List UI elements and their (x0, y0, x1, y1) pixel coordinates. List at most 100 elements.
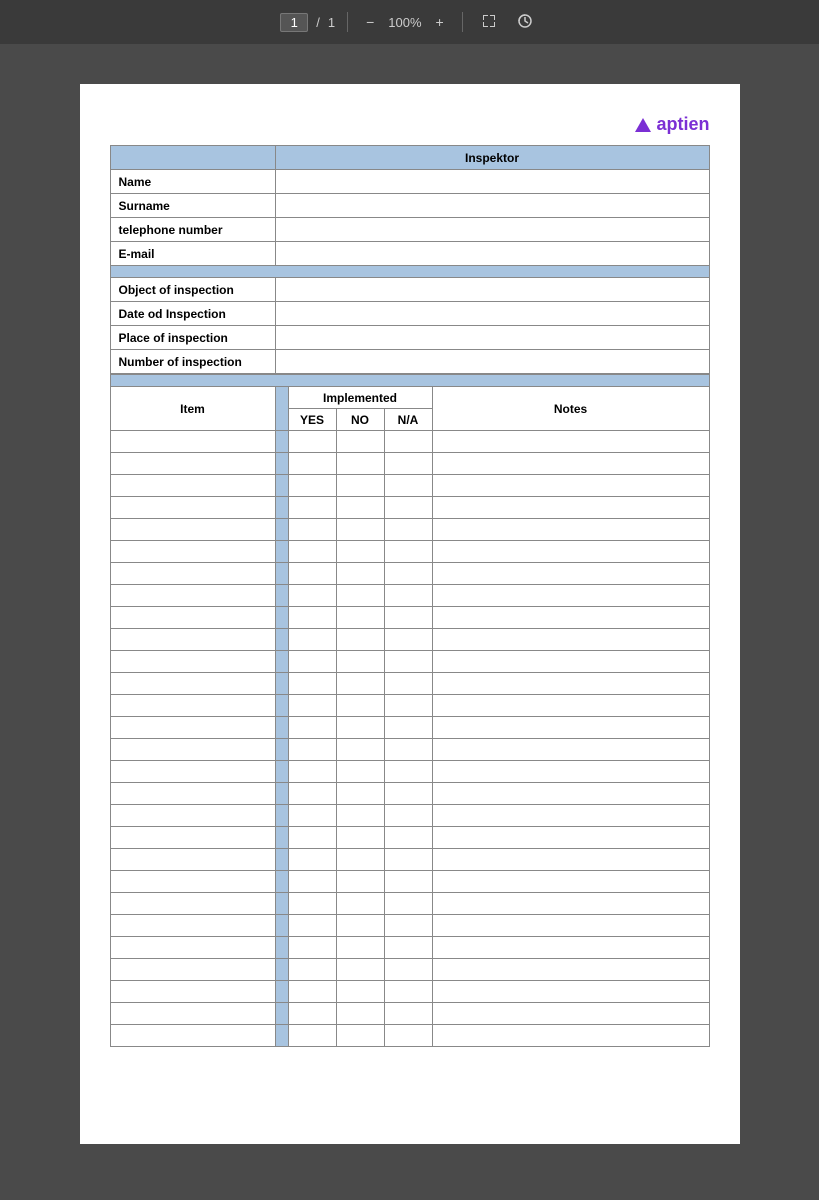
no-cell[interactable] (336, 739, 384, 761)
page-current-input[interactable]: 1 (280, 13, 308, 32)
item-cell[interactable] (110, 651, 275, 673)
yes-cell[interactable] (288, 475, 336, 497)
na-cell[interactable] (384, 783, 432, 805)
no-cell[interactable] (336, 805, 384, 827)
item-cell[interactable] (110, 871, 275, 893)
yes-cell[interactable] (288, 651, 336, 673)
na-cell[interactable] (384, 497, 432, 519)
notes-cell[interactable] (432, 805, 709, 827)
item-cell[interactable] (110, 673, 275, 695)
yes-cell[interactable] (288, 563, 336, 585)
no-cell[interactable] (336, 695, 384, 717)
name-value[interactable] (275, 170, 709, 194)
item-cell[interactable] (110, 805, 275, 827)
no-cell[interactable] (336, 915, 384, 937)
item-cell[interactable] (110, 695, 275, 717)
na-cell[interactable] (384, 519, 432, 541)
na-cell[interactable] (384, 871, 432, 893)
yes-cell[interactable] (288, 805, 336, 827)
na-cell[interactable] (384, 1025, 432, 1047)
yes-cell[interactable] (288, 431, 336, 453)
yes-cell[interactable] (288, 519, 336, 541)
notes-cell[interactable] (432, 497, 709, 519)
surname-value[interactable] (275, 194, 709, 218)
na-cell[interactable] (384, 959, 432, 981)
yes-cell[interactable] (288, 915, 336, 937)
date-value[interactable] (275, 302, 709, 326)
notes-cell[interactable] (432, 871, 709, 893)
na-cell[interactable] (384, 761, 432, 783)
notes-cell[interactable] (432, 1003, 709, 1025)
na-cell[interactable] (384, 453, 432, 475)
yes-cell[interactable] (288, 937, 336, 959)
item-cell[interactable] (110, 629, 275, 651)
yes-cell[interactable] (288, 959, 336, 981)
na-cell[interactable] (384, 937, 432, 959)
na-cell[interactable] (384, 541, 432, 563)
notes-cell[interactable] (432, 585, 709, 607)
yes-cell[interactable] (288, 783, 336, 805)
notes-cell[interactable] (432, 651, 709, 673)
item-cell[interactable] (110, 937, 275, 959)
notes-cell[interactable] (432, 915, 709, 937)
notes-cell[interactable] (432, 937, 709, 959)
notes-cell[interactable] (432, 739, 709, 761)
na-cell[interactable] (384, 585, 432, 607)
notes-cell[interactable] (432, 717, 709, 739)
no-cell[interactable] (336, 1025, 384, 1047)
notes-cell[interactable] (432, 893, 709, 915)
no-cell[interactable] (336, 475, 384, 497)
na-cell[interactable] (384, 431, 432, 453)
na-cell[interactable] (384, 739, 432, 761)
notes-cell[interactable] (432, 783, 709, 805)
na-cell[interactable] (384, 849, 432, 871)
item-cell[interactable] (110, 453, 275, 475)
yes-cell[interactable] (288, 497, 336, 519)
fit-page-button[interactable] (475, 11, 503, 34)
item-cell[interactable] (110, 739, 275, 761)
na-cell[interactable] (384, 695, 432, 717)
no-cell[interactable] (336, 717, 384, 739)
notes-cell[interactable] (432, 849, 709, 871)
na-cell[interactable] (384, 475, 432, 497)
item-cell[interactable] (110, 827, 275, 849)
na-cell[interactable] (384, 915, 432, 937)
no-cell[interactable] (336, 981, 384, 1003)
yes-cell[interactable] (288, 695, 336, 717)
notes-cell[interactable] (432, 673, 709, 695)
no-cell[interactable] (336, 673, 384, 695)
yes-cell[interactable] (288, 871, 336, 893)
notes-cell[interactable] (432, 695, 709, 717)
item-cell[interactable] (110, 717, 275, 739)
yes-cell[interactable] (288, 1003, 336, 1025)
notes-cell[interactable] (432, 519, 709, 541)
no-cell[interactable] (336, 497, 384, 519)
notes-cell[interactable] (432, 827, 709, 849)
item-cell[interactable] (110, 981, 275, 1003)
item-cell[interactable] (110, 1025, 275, 1047)
na-cell[interactable] (384, 1003, 432, 1025)
notes-cell[interactable] (432, 541, 709, 563)
no-cell[interactable] (336, 453, 384, 475)
no-cell[interactable] (336, 849, 384, 871)
notes-cell[interactable] (432, 761, 709, 783)
na-cell[interactable] (384, 673, 432, 695)
yes-cell[interactable] (288, 849, 336, 871)
na-cell[interactable] (384, 717, 432, 739)
yes-cell[interactable] (288, 673, 336, 695)
yes-cell[interactable] (288, 827, 336, 849)
number-value[interactable] (275, 350, 709, 374)
no-cell[interactable] (336, 827, 384, 849)
history-button[interactable] (511, 11, 539, 34)
na-cell[interactable] (384, 563, 432, 585)
na-cell[interactable] (384, 805, 432, 827)
yes-cell[interactable] (288, 585, 336, 607)
no-cell[interactable] (336, 783, 384, 805)
yes-cell[interactable] (288, 629, 336, 651)
no-cell[interactable] (336, 651, 384, 673)
na-cell[interactable] (384, 629, 432, 651)
yes-cell[interactable] (288, 453, 336, 475)
notes-cell[interactable] (432, 959, 709, 981)
na-cell[interactable] (384, 651, 432, 673)
telephone-value[interactable] (275, 218, 709, 242)
